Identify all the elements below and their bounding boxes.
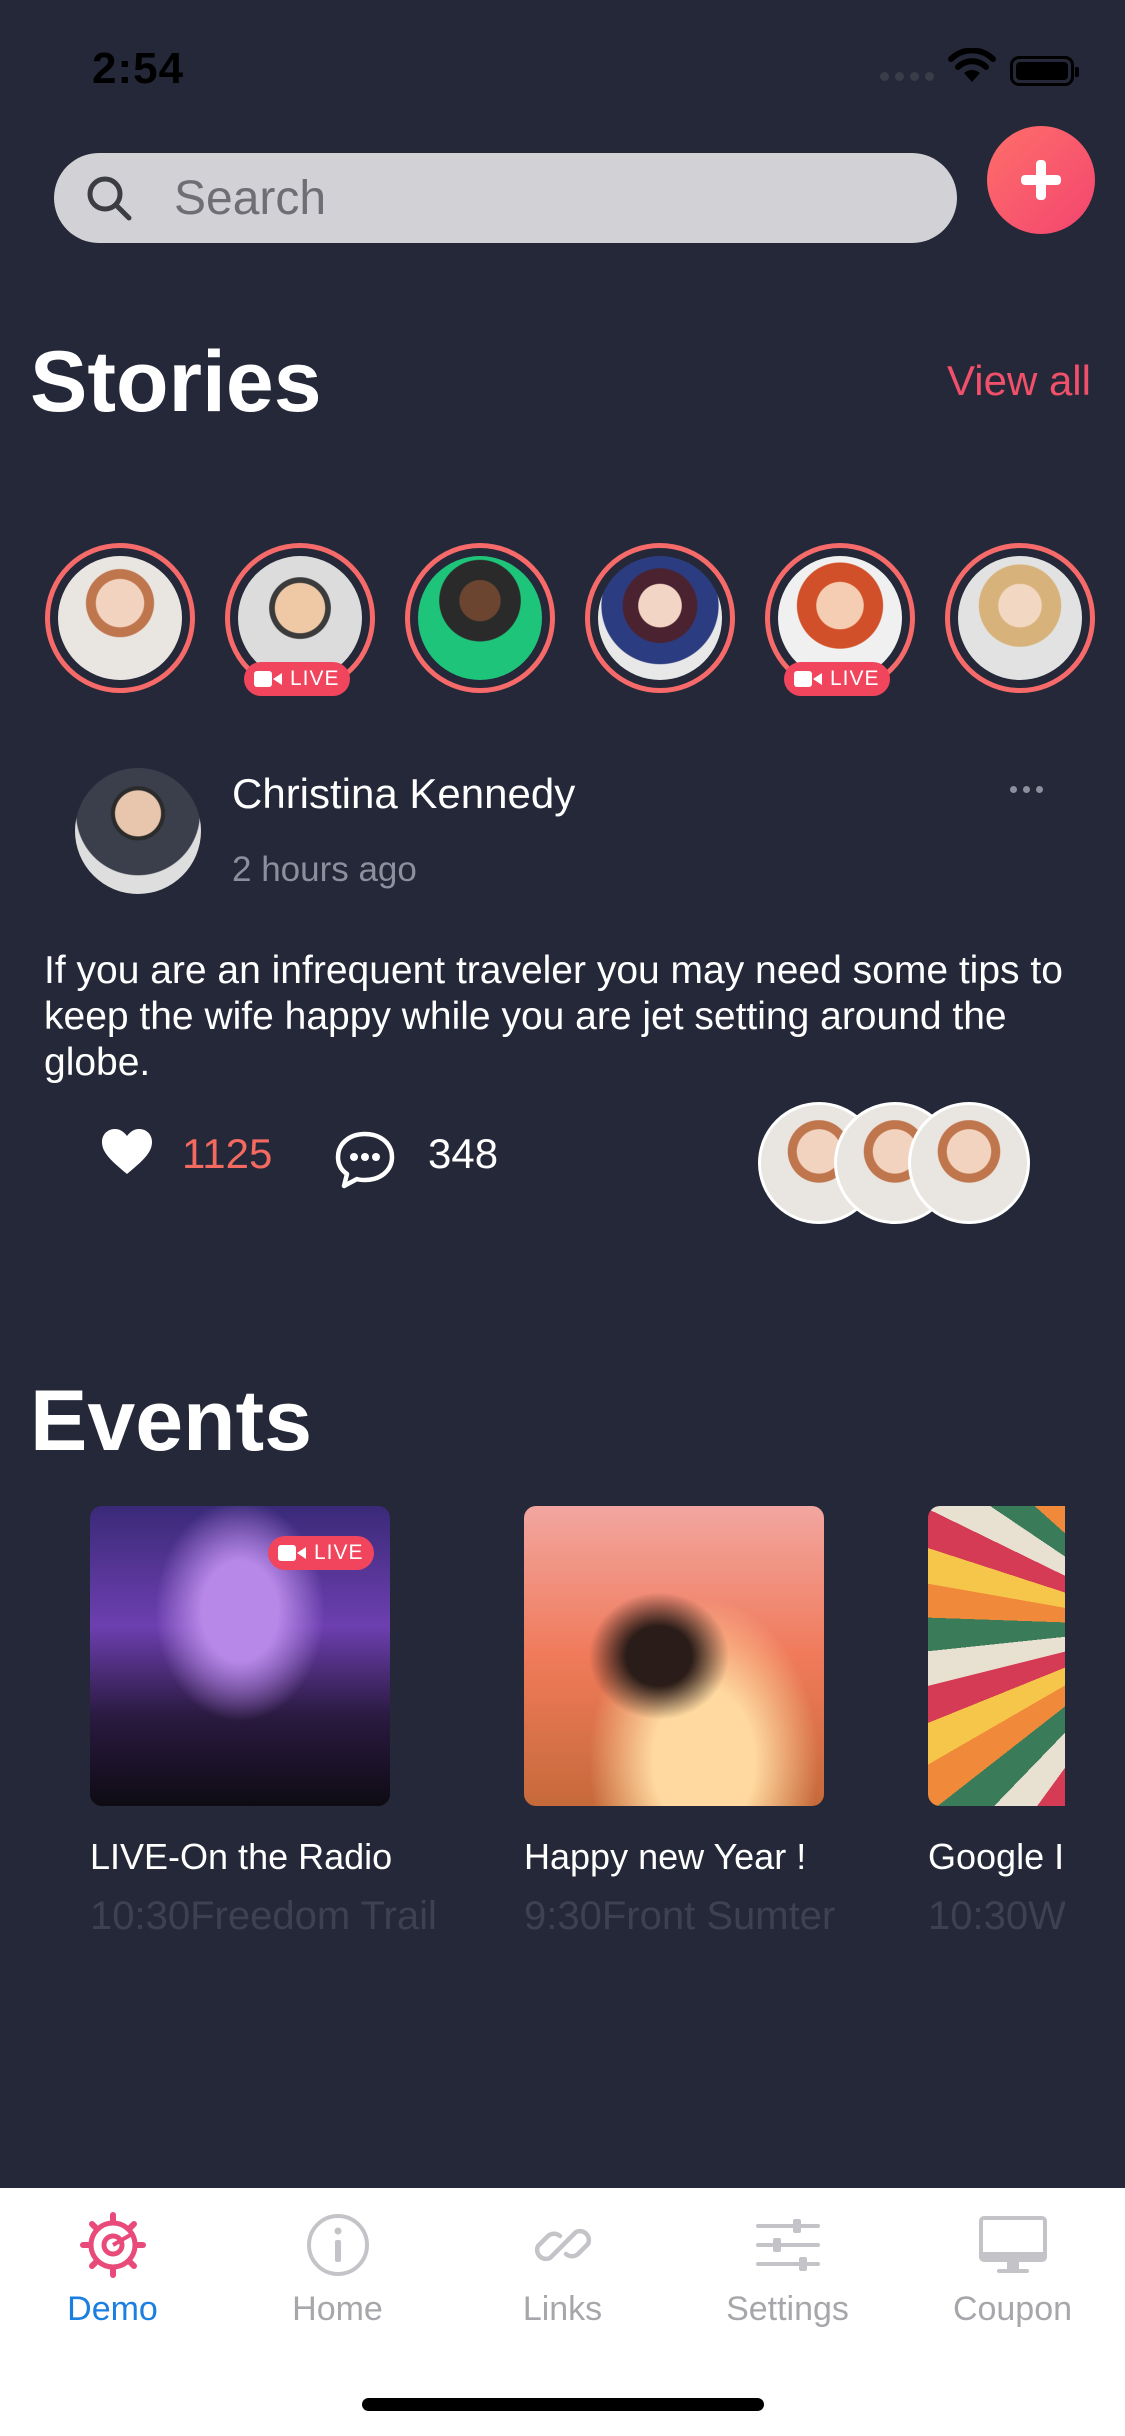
tab-links[interactable]: Links xyxy=(450,2212,675,2329)
event-title: Happy new Year ! xyxy=(524,1836,807,1877)
story-avatar-6[interactable] xyxy=(945,543,1095,693)
like-count: 1125 xyxy=(182,1130,273,1177)
event-image xyxy=(524,1506,824,1806)
status-time: 2:54 xyxy=(92,44,185,93)
post-author-name[interactable]: Christina Kennedy xyxy=(232,770,575,818)
sliders-icon xyxy=(755,2219,820,2271)
comment-count: 348 xyxy=(428,1130,499,1177)
live-badge: LIVE xyxy=(784,662,890,696)
monitor-icon xyxy=(978,2216,1047,2273)
event-image xyxy=(928,1506,1065,1806)
liker-avatar[interactable] xyxy=(908,1102,1030,1224)
event-subtitle: 10:30W xyxy=(928,1894,1065,1938)
battery-icon xyxy=(1010,56,1079,86)
live-badge: LIVE xyxy=(268,1536,374,1570)
search-input[interactable] xyxy=(174,170,894,226)
video-camera-icon xyxy=(794,669,822,689)
event-title: LIVE-On the Radio xyxy=(90,1836,393,1877)
video-camera-icon xyxy=(278,1543,306,1563)
post-timestamp: 2 hours ago xyxy=(232,850,417,889)
story-avatar-5[interactable]: LIVE xyxy=(765,543,915,696)
home-indicator xyxy=(362,2398,764,2411)
gear-icon xyxy=(79,2212,146,2278)
comment-icon[interactable] xyxy=(334,1130,396,1190)
search-bar[interactable] xyxy=(54,153,957,243)
link-icon xyxy=(534,2228,591,2262)
event-subtitle: 10:30Freedom Trail xyxy=(90,1894,437,1938)
search-icon xyxy=(87,176,132,221)
events-title: Events xyxy=(30,1373,313,1469)
more-options-icon[interactable] xyxy=(1010,786,1046,794)
event-card[interactable]: Happy new Year ! 9:30Front Sumter xyxy=(524,1506,835,1938)
heart-icon[interactable] xyxy=(100,1128,154,1176)
stories-title: Stories xyxy=(30,334,322,430)
tab-settings[interactable]: Settings xyxy=(675,2212,900,2329)
story-avatar-3[interactable] xyxy=(405,543,555,693)
story-avatar-1[interactable] xyxy=(45,543,195,693)
video-camera-icon xyxy=(254,669,282,689)
tab-label: Home xyxy=(292,2290,383,2328)
tab-label: Links xyxy=(522,2290,603,2328)
post-author-avatar[interactable] xyxy=(75,768,201,894)
post-text: If you are an infrequent traveler you ma… xyxy=(44,949,1063,1084)
add-button[interactable] xyxy=(987,126,1095,234)
event-card[interactable]: Google I 10:30W xyxy=(928,1506,1065,1966)
tab-label: Settings xyxy=(726,2290,849,2328)
story-avatar-2[interactable]: LIVE xyxy=(225,543,375,696)
event-title: Google I xyxy=(928,1836,1065,1877)
plus-icon xyxy=(1021,160,1061,200)
story-avatar-4[interactable] xyxy=(585,543,735,693)
tab-demo[interactable]: Demo xyxy=(0,2212,225,2329)
signal-icon xyxy=(880,72,936,82)
view-all-link[interactable]: View all xyxy=(947,357,1091,405)
event-card[interactable]: LIVE LIVE-On the Radio 10:30Freedom Trai… xyxy=(90,1506,437,1938)
tab-home[interactable]: Home xyxy=(225,2212,450,2329)
wifi-icon xyxy=(948,48,996,82)
tab-coupon[interactable]: Coupon xyxy=(900,2212,1125,2329)
event-image: LIVE xyxy=(90,1506,390,1806)
live-badge: LIVE xyxy=(244,662,350,696)
tab-label: Demo xyxy=(67,2290,158,2328)
info-icon xyxy=(306,2214,369,2276)
event-subtitle: 9:30Front Sumter xyxy=(524,1894,836,1938)
tab-label: Coupon xyxy=(952,2290,1073,2328)
